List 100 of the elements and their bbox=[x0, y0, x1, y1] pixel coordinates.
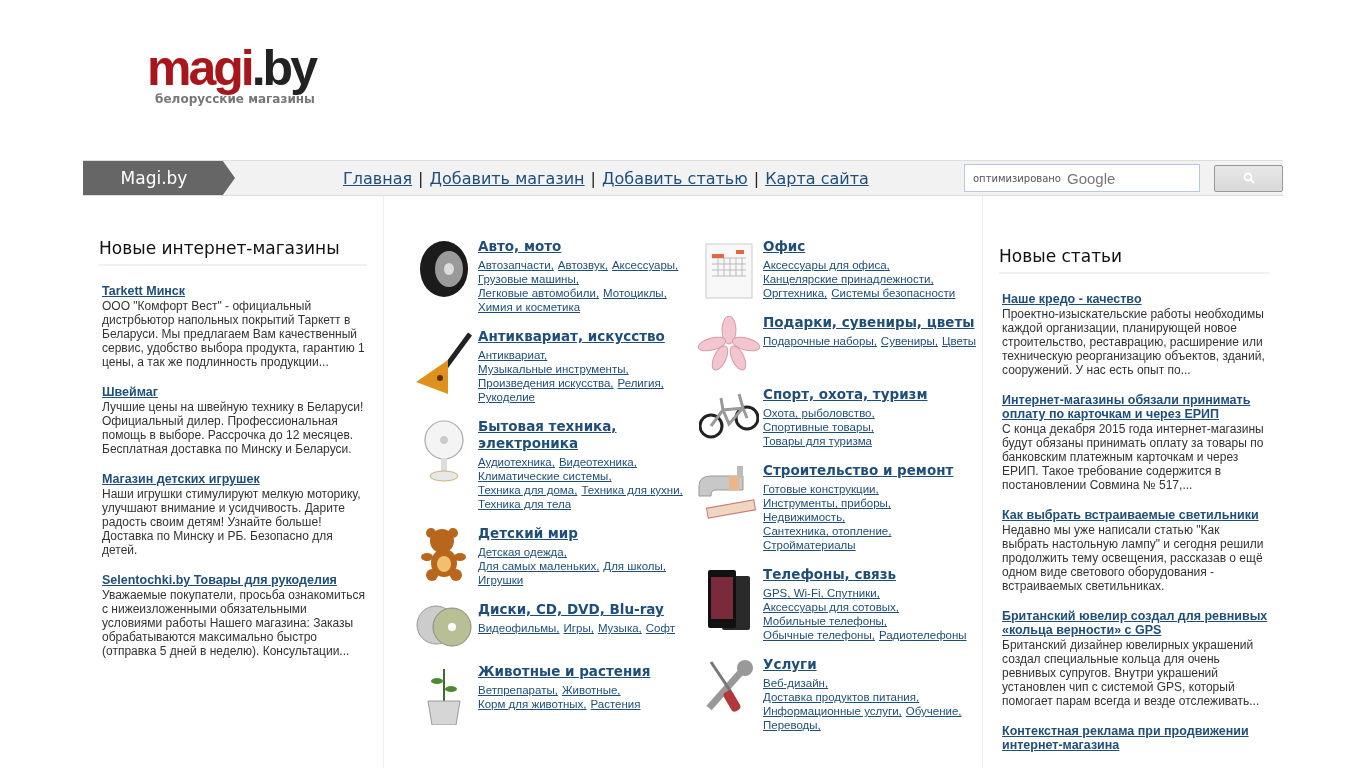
nav-link[interactable]: Главная bbox=[343, 168, 413, 188]
subcategory-link[interactable]: Техника для тела bbox=[478, 497, 572, 511]
subcategory-link[interactable]: Системы безопасности bbox=[831, 286, 956, 300]
subcategory-link[interactable]: Грузовые машины, bbox=[478, 272, 579, 286]
desk-fan-icon bbox=[422, 420, 466, 482]
category-link[interactable]: Офис bbox=[763, 238, 977, 255]
subcategory-link[interactable]: Переводы, bbox=[763, 718, 821, 732]
subcategory-link[interactable]: Техника для дома, bbox=[478, 483, 578, 497]
subcategory-link[interactable]: Охота, рыболовство, bbox=[763, 406, 875, 420]
category-link[interactable]: Строительство и ремонт bbox=[763, 462, 977, 479]
subcategory-link[interactable]: Веб-дизайн, bbox=[763, 676, 829, 690]
article-link[interactable]: Интернет-магазины обязали принимать оплату по карточкам и через ЕРИП bbox=[1002, 393, 1269, 421]
search-icon bbox=[1242, 172, 1255, 184]
subcategory-link[interactable]: Климатические системы, bbox=[478, 469, 612, 483]
subcategory-link[interactable]: Рукоделие bbox=[478, 390, 535, 404]
site-logo[interactable]: magi.by белорусские магазины bbox=[147, 46, 315, 106]
subcategory-link[interactable]: Подарочные наборы, bbox=[763, 334, 877, 348]
subcategory-link[interactable]: Спортивные товары, bbox=[763, 420, 874, 434]
article-excerpt: Проектно-изыскательские работы необходимы каждой организации, планирующей новое строительство, реставрацию, расширение или техническую реорганизацию объектов, зданий, сооружений. У нас есть опыт по... bbox=[1002, 307, 1266, 377]
subcategory-link[interactable]: Цветы bbox=[941, 334, 976, 348]
subcategory-link[interactable]: Музыкальные инструменты, bbox=[478, 362, 629, 376]
nav-link[interactable]: Добавить магазин bbox=[429, 168, 585, 188]
article-link[interactable]: Как выбрать встраиваемые светильники bbox=[1002, 508, 1269, 522]
category-link[interactable]: Диски, CD, DVD, Blu-ray bbox=[478, 601, 692, 618]
subcategory-link[interactable]: Аксессуары, bbox=[611, 258, 679, 272]
subcategory-link[interactable]: Канцелярские принадлежности, bbox=[763, 272, 934, 286]
nav-link[interactable]: Добавить статью bbox=[601, 168, 748, 188]
subcategory-link[interactable]: Игрушки bbox=[478, 573, 524, 587]
category-link[interactable]: Детский мир bbox=[478, 525, 692, 542]
home-tab[interactable]: Magi.by bbox=[83, 161, 235, 195]
section-heading: Новые статьи bbox=[999, 246, 1269, 274]
subcategory-link[interactable]: Химия и косметика bbox=[478, 300, 581, 314]
subcategory-link[interactable]: Техника для кухни, bbox=[581, 483, 683, 497]
category-link[interactable]: Бытовая техника, электроника bbox=[478, 418, 692, 452]
category-link[interactable]: Авто, мото bbox=[478, 238, 692, 255]
shop-link[interactable]: Selentochki.by Товары для рукоделия bbox=[102, 573, 367, 587]
nav-separator: | bbox=[753, 168, 760, 188]
subcategory-link[interactable]: Инструменты, приборы, bbox=[763, 496, 891, 510]
article-excerpt: С конца декабря 2015 года интернет-магазины будут обязаны принимать оплату за товары по банковским платежным карточкам и через ЕРИП. Такое требование содержится в постановлении Совмина № 517,... bbox=[1002, 422, 1265, 492]
tire-icon bbox=[417, 240, 471, 298]
subcategory-link[interactable]: Музыка, bbox=[597, 621, 642, 635]
subcategory-link[interactable]: Антиквариат, bbox=[478, 348, 548, 362]
subcategory-link[interactable]: Мобильные телефоны, bbox=[763, 614, 887, 628]
subcategory-link[interactable]: Стройматериалы bbox=[763, 538, 856, 552]
category-link[interactable]: Животные и растения bbox=[478, 663, 692, 680]
section-heading: Новые интернет-магазины bbox=[99, 238, 367, 266]
article-link[interactable]: Наше кредо - качество bbox=[1002, 292, 1269, 306]
subcategory-link[interactable]: Видеотехника, bbox=[558, 455, 637, 469]
category-link[interactable]: Антиквариат, искусство bbox=[478, 328, 692, 345]
subcategory-link[interactable]: Религия, bbox=[617, 376, 664, 390]
subcategory-link[interactable]: Детская одежда, bbox=[478, 545, 567, 559]
subcategory-link[interactable]: Аудиотехника, bbox=[478, 455, 555, 469]
shop-link[interactable]: Tarkett Минск bbox=[102, 284, 367, 298]
shop-link[interactable]: Швеймаг bbox=[102, 385, 367, 399]
subcategory-link[interactable]: Софт bbox=[645, 621, 675, 635]
lily-flower-icon bbox=[698, 316, 760, 372]
nav-separator: | bbox=[590, 168, 596, 188]
article-link[interactable]: Контекстная реклама при продвижении интернет-магазина bbox=[1002, 724, 1269, 752]
subcategory-link[interactable]: Ветпрепараты, bbox=[478, 683, 558, 697]
category-link[interactable]: Спорт, охота, туризм bbox=[763, 386, 977, 403]
subcategory-link[interactable]: Обычные телефоны, bbox=[763, 628, 875, 642]
category-link[interactable]: Услуги bbox=[763, 656, 977, 673]
subcategory-link[interactable]: Обучение, bbox=[905, 704, 962, 718]
subcategory-link[interactable]: Сувениры, bbox=[880, 334, 938, 348]
nav-separator: | bbox=[418, 168, 424, 188]
subcategory-link[interactable]: Легковые автомобили, bbox=[478, 286, 600, 300]
subcategory-link[interactable]: Корм для животных, bbox=[478, 697, 587, 711]
subcategory-link[interactable]: Информационные услуги, bbox=[763, 704, 902, 718]
subcategory-link[interactable]: Готовые конструкции, bbox=[763, 482, 879, 496]
subcategory-link[interactable]: Недвижимость, bbox=[763, 510, 846, 524]
subcategory-link[interactable]: Игры, bbox=[563, 621, 594, 635]
subcategory-link[interactable]: Животные, bbox=[561, 683, 621, 697]
subcategory-link[interactable]: GPS, Wi-Fi, Спутники, bbox=[763, 586, 880, 600]
article-excerpt: Недавно мы уже написали статью "Как выбрать настольную лампу" и сегодня решили продолжить тему освещения, рассказав о ещё одном виде светового оборудования - встраиваемых светильниках. bbox=[1002, 523, 1265, 593]
nav-link[interactable]: Карта сайта bbox=[765, 168, 869, 188]
subcategory-link[interactable]: Аксессуары для офиса, bbox=[763, 258, 890, 272]
search-button[interactable] bbox=[1214, 164, 1283, 192]
subcategory-link[interactable]: Произведения искусства, bbox=[478, 376, 614, 390]
subcategory-link[interactable]: Автозапчасти, bbox=[478, 258, 554, 272]
subcategory-link[interactable]: Радиотелефоны bbox=[878, 628, 967, 642]
subcategory-link[interactable]: Товары для туризма bbox=[763, 434, 872, 448]
subcategory-link[interactable]: Сантехника, отопление, bbox=[763, 524, 892, 538]
subcategory-link[interactable]: Для школы, bbox=[603, 559, 666, 573]
subcategory-link[interactable]: Растения bbox=[590, 697, 641, 711]
smartphone-icon bbox=[706, 568, 752, 632]
subcategory-link[interactable]: Для самых маленьких, bbox=[478, 559, 600, 573]
subcategory-link[interactable]: Автозвук, bbox=[557, 258, 608, 272]
subcategory-link[interactable]: Доставка продуктов питания, bbox=[763, 690, 920, 704]
subcategory-link[interactable]: Аксессуары для сотовых, bbox=[763, 600, 900, 614]
subcategory-link[interactable]: Мотоциклы, bbox=[603, 286, 667, 300]
category-link[interactable]: Телефоны, связь bbox=[763, 566, 977, 583]
category-link[interactable]: Подарки, сувениры, цветы bbox=[763, 314, 977, 331]
shop-description: Наши игрушки стимулируют мелкую моторику, улучшают внимание и усидчивость. Дарите радость своим детям! Узнайте больше! Доставка по Минску и РБ. Безопасно для детей. bbox=[102, 487, 362, 557]
subcategory-link[interactable]: Видеофильмы, bbox=[478, 621, 560, 635]
article-link[interactable]: Британский ювелир создал для ревнивых «кольца верности» с GPS bbox=[1002, 609, 1269, 637]
search-field[interactable]: оптимизировано Google bbox=[964, 164, 1200, 192]
shop-link[interactable]: Магазин детских игрушек bbox=[102, 472, 367, 486]
subcategory-link[interactable]: Оргтехника, bbox=[763, 286, 828, 300]
shop-description: Лучшие цены на швейную технику в Беларуси! Официальный дилер. Профессиональная помощь в выборе. Рассрочка до 12 месяцев. Бесплатная доставка по Минску и Беларуси. bbox=[102, 400, 365, 456]
discs-icon bbox=[416, 603, 472, 649]
